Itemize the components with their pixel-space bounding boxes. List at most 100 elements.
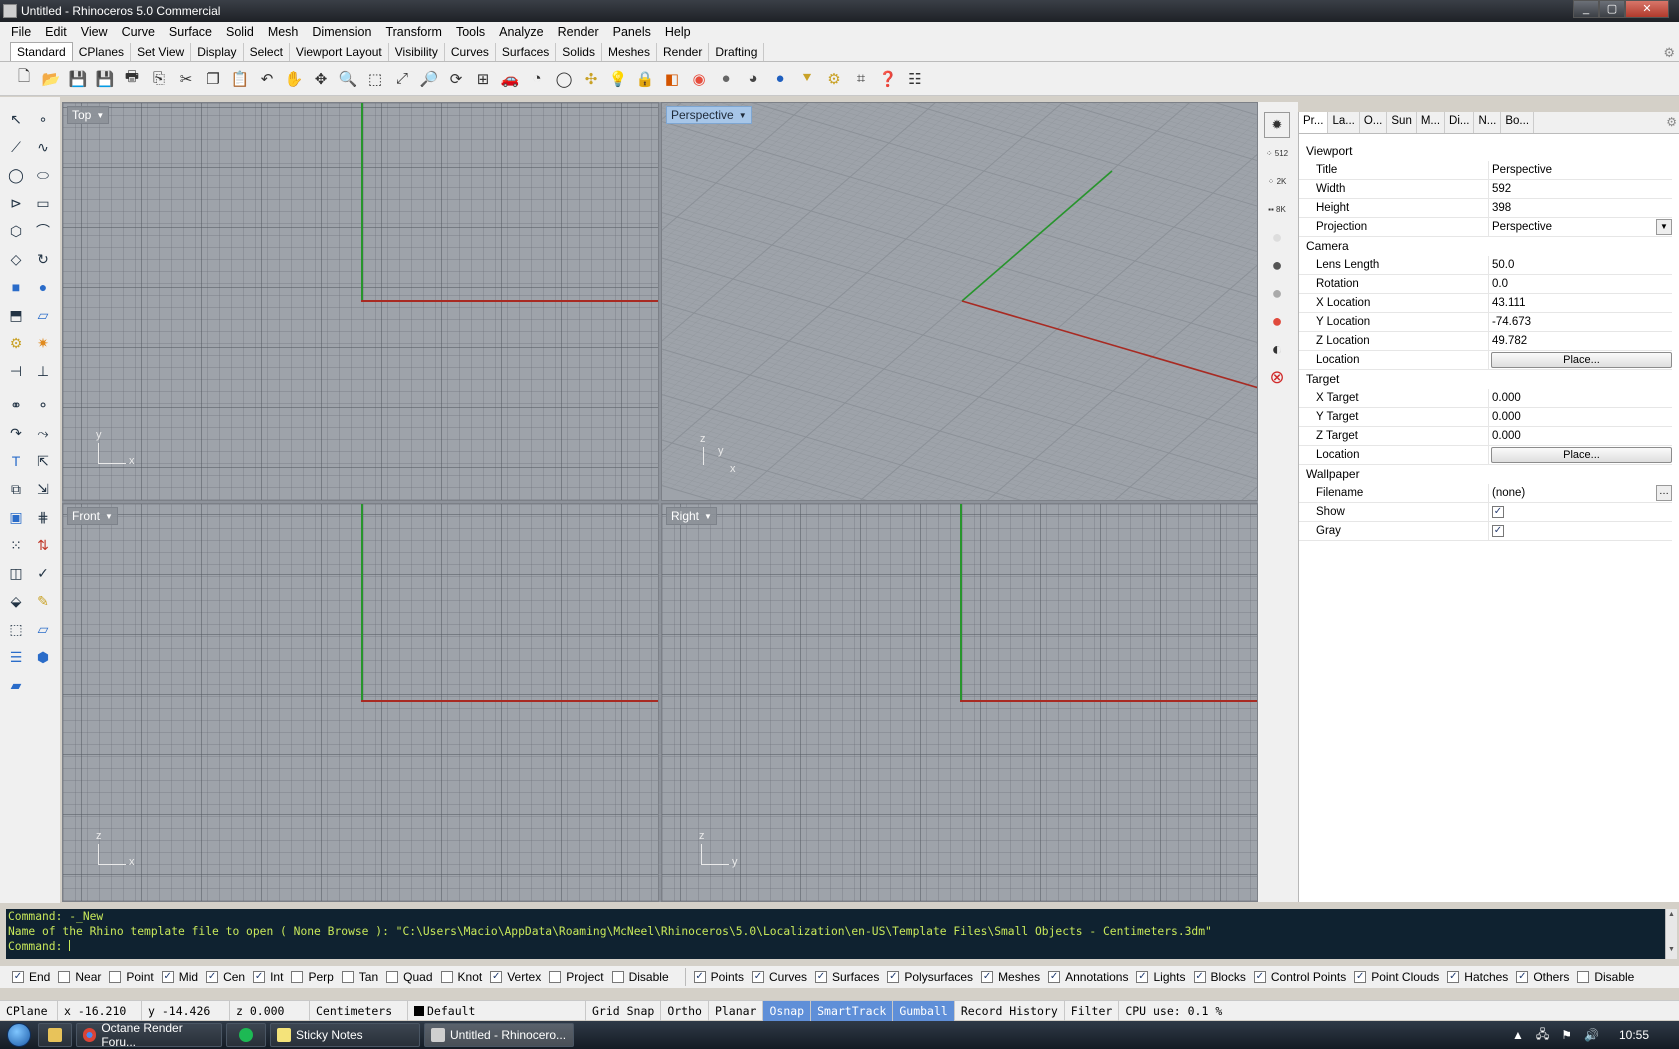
filter-toggle[interactable]: Filter [1065,1000,1120,1021]
rotate-view-icon[interactable]: ⟳ [444,67,468,91]
grid-snap-toggle[interactable]: Grid Snap [586,1000,662,1021]
tab-curves[interactable]: Curves [445,43,496,61]
filter-surfaces[interactable]: ✓ Surfaces [815,970,879,984]
chevron-down-icon[interactable]: ▼ [105,512,113,521]
filter-meshes[interactable]: ✓ Meshes [981,970,1040,984]
filter-checkbox[interactable]: ✓ [1136,971,1149,983]
print-icon[interactable]: 🖶 [120,67,144,91]
extrude-icon[interactable]: ⬒ [4,303,28,327]
osnap-knot[interactable]: Knot [440,970,482,984]
gear-icon[interactable]: ⚙ [1666,115,1677,129]
y-target-field[interactable]: 0.000 [1489,408,1672,426]
camera-place-button[interactable]: Place... [1491,352,1672,368]
projection-select[interactable]: Perspective ▼ [1489,218,1672,236]
tab-display[interactable]: Display [191,43,244,61]
import-icon[interactable]: ⎘ [147,67,171,91]
move-icon[interactable]: ✥ [309,67,333,91]
octane-icon[interactable]: ✹ [1264,112,1290,138]
select-icon[interactable]: ⯆ [795,67,819,91]
save-as-icon[interactable]: 💾 [93,67,117,91]
tab-select[interactable]: Select [244,43,290,61]
filter-blocks[interactable]: ✓ Blocks [1193,970,1246,984]
filter-checkbox[interactable]: ✓ [751,971,764,983]
gear-icon[interactable]: ⚙ [1663,45,1675,61]
osnap-near[interactable]: Near [58,970,101,984]
solid-tools-icon[interactable]: ⬙ [4,589,28,613]
mirror-icon[interactable]: ⇅ [31,533,55,557]
white-sphere-icon[interactable]: ● [1264,224,1290,250]
osnap-disable[interactable]: Disable [611,970,669,984]
gear-icon[interactable]: ⚙ [822,67,846,91]
tab-visibility[interactable]: Visibility [389,43,445,61]
filename-field[interactable]: (none)… [1489,484,1672,502]
select-arrow-icon[interactable]: ↖ [4,107,28,131]
right-viewport[interactable]: Right ▼ z y [661,503,1258,902]
title-field[interactable]: Perspective [1489,161,1672,179]
menu-transform[interactable]: Transform [378,22,449,42]
dimension-icon[interactable]: ⇲ [31,477,55,501]
hexagon-icon[interactable]: ⬡ [4,219,28,243]
menu-tools[interactable]: Tools [449,22,492,42]
menu-panels[interactable]: Panels [606,22,658,42]
new-icon[interactable]: 🗋 [12,67,36,91]
menu-edit[interactable]: Edit [38,22,74,42]
zoom-extents-icon[interactable]: ⤢ [390,67,414,91]
open-icon[interactable]: 📂 [39,67,63,91]
zoom-selected-icon[interactable]: 🔎 [417,67,441,91]
filter-checkbox[interactable]: ✓ [693,971,706,983]
pan-icon[interactable]: ✋ [282,67,306,91]
ortho-toggle[interactable]: Ortho [661,1000,709,1021]
filter-annotations[interactable]: ✓ Annotations [1048,970,1128,984]
curve-icon[interactable]: ∿ [31,135,55,159]
paste-icon[interactable]: 📋 [228,67,252,91]
scale-icon[interactable]: ⇱ [31,449,55,473]
menu-surface[interactable]: Surface [162,22,219,42]
ungroup-icon[interactable]: ⚬ [31,393,55,417]
osnap-checkbox[interactable] [386,971,399,983]
osnap-checkbox[interactable] [291,971,304,983]
osnap-checkbox[interactable] [611,971,624,983]
menu-render[interactable]: Render [551,22,606,42]
maximize-button[interactable]: ▢ [1599,0,1625,18]
hatch-icon[interactable]: ⋕ [31,505,55,529]
rendered-sphere-icon[interactable]: ◕ [741,67,765,91]
viewport-label-top[interactable]: Top ▼ [67,106,110,124]
array-icon[interactable]: ⁙ [4,533,28,557]
y-location-field[interactable]: -74.673 [1489,313,1672,331]
four-viewports-icon[interactable]: ⊞ [471,67,495,91]
paint-icon[interactable]: ✎ [31,589,55,613]
osnap-cen[interactable]: ✓ Cen [206,970,245,984]
tab-solids[interactable]: Solids [556,43,602,61]
osnap-vertex[interactable]: ✓ Vertex [490,970,541,984]
filter-checkbox[interactable]: ✓ [1253,971,1266,983]
top-viewport[interactable]: Top ▼ y x [62,102,659,501]
tab-octane[interactable]: O... [1360,112,1388,133]
tab-standard[interactable]: Standard [10,42,73,61]
dark-sphere-icon[interactable]: ● [1264,252,1290,278]
flag-icon[interactable]: ⚑ [1561,1028,1572,1042]
command-scrollbar[interactable]: ▲ ▼ [1665,909,1677,959]
viewport-label-right[interactable]: Right ▼ [666,507,717,525]
volume-icon[interactable]: 🔊 [1584,1028,1599,1042]
taskbar-sticky-notes[interactable]: Sticky Notes [270,1023,420,1047]
menu-file[interactable]: File [4,22,38,42]
chevron-down-icon[interactable]: ▼ [739,111,747,120]
color-wheel-icon[interactable]: ◉ [687,67,711,91]
filter-point-clouds[interactable]: ✓ Point Clouds [1354,970,1439,984]
shaded-sphere-icon[interactable]: ● [714,67,738,91]
menu-dimension[interactable]: Dimension [305,22,378,42]
point-icon[interactable]: ✣ [579,67,603,91]
chevron-down-icon[interactable]: ▼ [1656,219,1672,235]
network-icon[interactable]: 🖧 [1536,1025,1549,1046]
cplane-label[interactable]: CPlane [0,1000,58,1021]
save-icon[interactable]: 💾 [66,67,90,91]
chevron-down-icon[interactable]: ▼ [704,512,712,521]
filter-disable[interactable]: Disable [1577,970,1634,984]
osnap-end[interactable]: ✓ End [12,970,50,984]
resolution-64-icon[interactable]: ⁘ 512 [1264,140,1290,166]
smarttrack-toggle[interactable]: SmartTrack [811,1000,894,1021]
tab-properties[interactable]: Pr... [1299,112,1329,133]
osnap-checkbox[interactable]: ✓ [161,971,174,983]
layer-tool-icon[interactable]: ☰ [4,645,28,669]
osnap-perp[interactable]: Perp [291,970,334,984]
